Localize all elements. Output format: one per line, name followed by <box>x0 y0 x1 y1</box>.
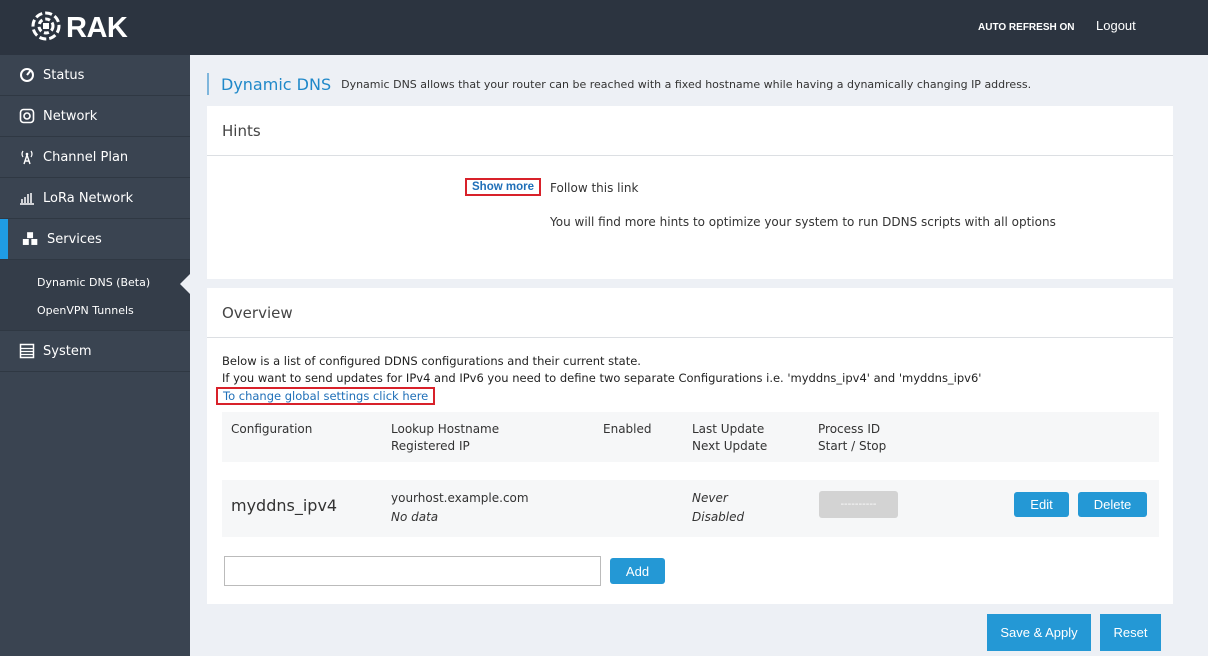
col-lookup-hostname: Lookup Hostname <box>391 422 500 436</box>
cubes-icon <box>22 231 39 248</box>
sidebar-item-channel-plan[interactable]: Channel Plan <box>0 137 190 178</box>
follow-link-text: Follow this link <box>550 181 639 195</box>
page-title: Dynamic DNS <box>221 74 332 94</box>
sidebar-item-system[interactable]: System <box>0 331 190 372</box>
sidebar-item-label: Channel Plan <box>43 149 129 165</box>
logout-link[interactable]: Logout <box>1096 18 1136 33</box>
active-indicator <box>0 219 8 259</box>
hints-panel: Hints Show more Follow this link You wil… <box>207 106 1173 279</box>
brand-name: RAK <box>66 11 128 44</box>
sidebar-item-lora-network[interactable]: LoRa Network <box>0 178 190 219</box>
global-settings-link[interactable]: To change global settings click here <box>216 387 436 405</box>
hints-title: Hints <box>207 106 1173 156</box>
sidebar-item-status[interactable]: Status <box>0 55 190 96</box>
sidebar-item-label: Services <box>47 231 102 247</box>
sidebar: Status Network Channel Plan LoRa Network… <box>0 55 190 656</box>
hints-description: You will find more hints to optimize you… <box>550 215 1056 229</box>
active-submenu-arrow <box>180 274 190 294</box>
status-icon <box>18 67 35 84</box>
overview-panel: Overview Below is a list of configured D… <box>207 288 1173 604</box>
logo[interactable]: RAK <box>30 10 128 46</box>
top-bar: RAK AUTO REFRESH ON Logout <box>0 0 1208 55</box>
page-header: Dynamic DNS Dynamic DNS allows that your… <box>207 73 1031 95</box>
delete-button[interactable]: Delete <box>1078 492 1147 517</box>
antenna-icon <box>18 149 35 166</box>
add-button[interactable]: Add <box>610 558 665 584</box>
col-process-id: Process ID <box>818 422 881 436</box>
col-start-stop: Start / Stop <box>818 439 887 453</box>
save-apply-button[interactable]: Save & Apply <box>987 614 1091 651</box>
table-header: Configuration Lookup Hostname Registered… <box>222 412 1159 462</box>
row-next-update: Disabled <box>692 510 745 524</box>
sidebar-item-services[interactable]: Services <box>0 219 190 260</box>
overview-title: Overview <box>207 288 1173 338</box>
col-next-update: Next Update <box>692 439 768 453</box>
table-row: myddns_ipv4 yourhost.example.com No data… <box>222 480 1159 537</box>
auto-refresh-toggle[interactable]: AUTO REFRESH ON <box>978 22 1075 33</box>
sidebar-item-label: Status <box>43 67 85 83</box>
new-config-name-input[interactable] <box>224 556 601 586</box>
overview-line-1: Below is a list of configured DDNS confi… <box>222 354 641 368</box>
sidebar-item-network[interactable]: Network <box>0 96 190 137</box>
col-configuration: Configuration <box>231 422 313 436</box>
row-configuration: myddns_ipv4 <box>231 496 338 515</box>
reset-button[interactable]: Reset <box>1100 614 1161 651</box>
col-last-update: Last Update <box>692 422 765 436</box>
server-icon <box>18 343 35 360</box>
sidebar-item-label: LoRa Network <box>43 190 134 206</box>
rak-logo-icon <box>30 10 62 46</box>
services-submenu: Dynamic DNS (Beta) OpenVPN Tunnels <box>0 260 190 331</box>
signal-bars-icon <box>18 190 35 207</box>
sidebar-item-label: System <box>43 343 92 359</box>
row-last-update: Never <box>692 491 728 505</box>
overview-line-2: If you want to send updates for IPv4 and… <box>222 371 982 385</box>
col-enabled: Enabled <box>603 422 652 436</box>
row-registered-ip: No data <box>391 510 439 524</box>
page-description: Dynamic DNS allows that your router can … <box>341 77 1032 91</box>
network-icon <box>18 108 35 125</box>
sidebar-subitem-openvpn[interactable]: OpenVPN Tunnels <box>0 296 190 324</box>
edit-button[interactable]: Edit <box>1014 492 1069 517</box>
show-more-link[interactable]: Show more <box>465 178 541 196</box>
col-registered-ip: Registered IP <box>391 439 470 453</box>
sidebar-item-label: Network <box>43 108 98 124</box>
start-stop-button[interactable]: ---------- <box>819 491 898 518</box>
sidebar-subitem-dynamic-dns[interactable]: Dynamic DNS (Beta) <box>0 268 190 296</box>
row-hostname: yourhost.example.com <box>391 491 529 505</box>
